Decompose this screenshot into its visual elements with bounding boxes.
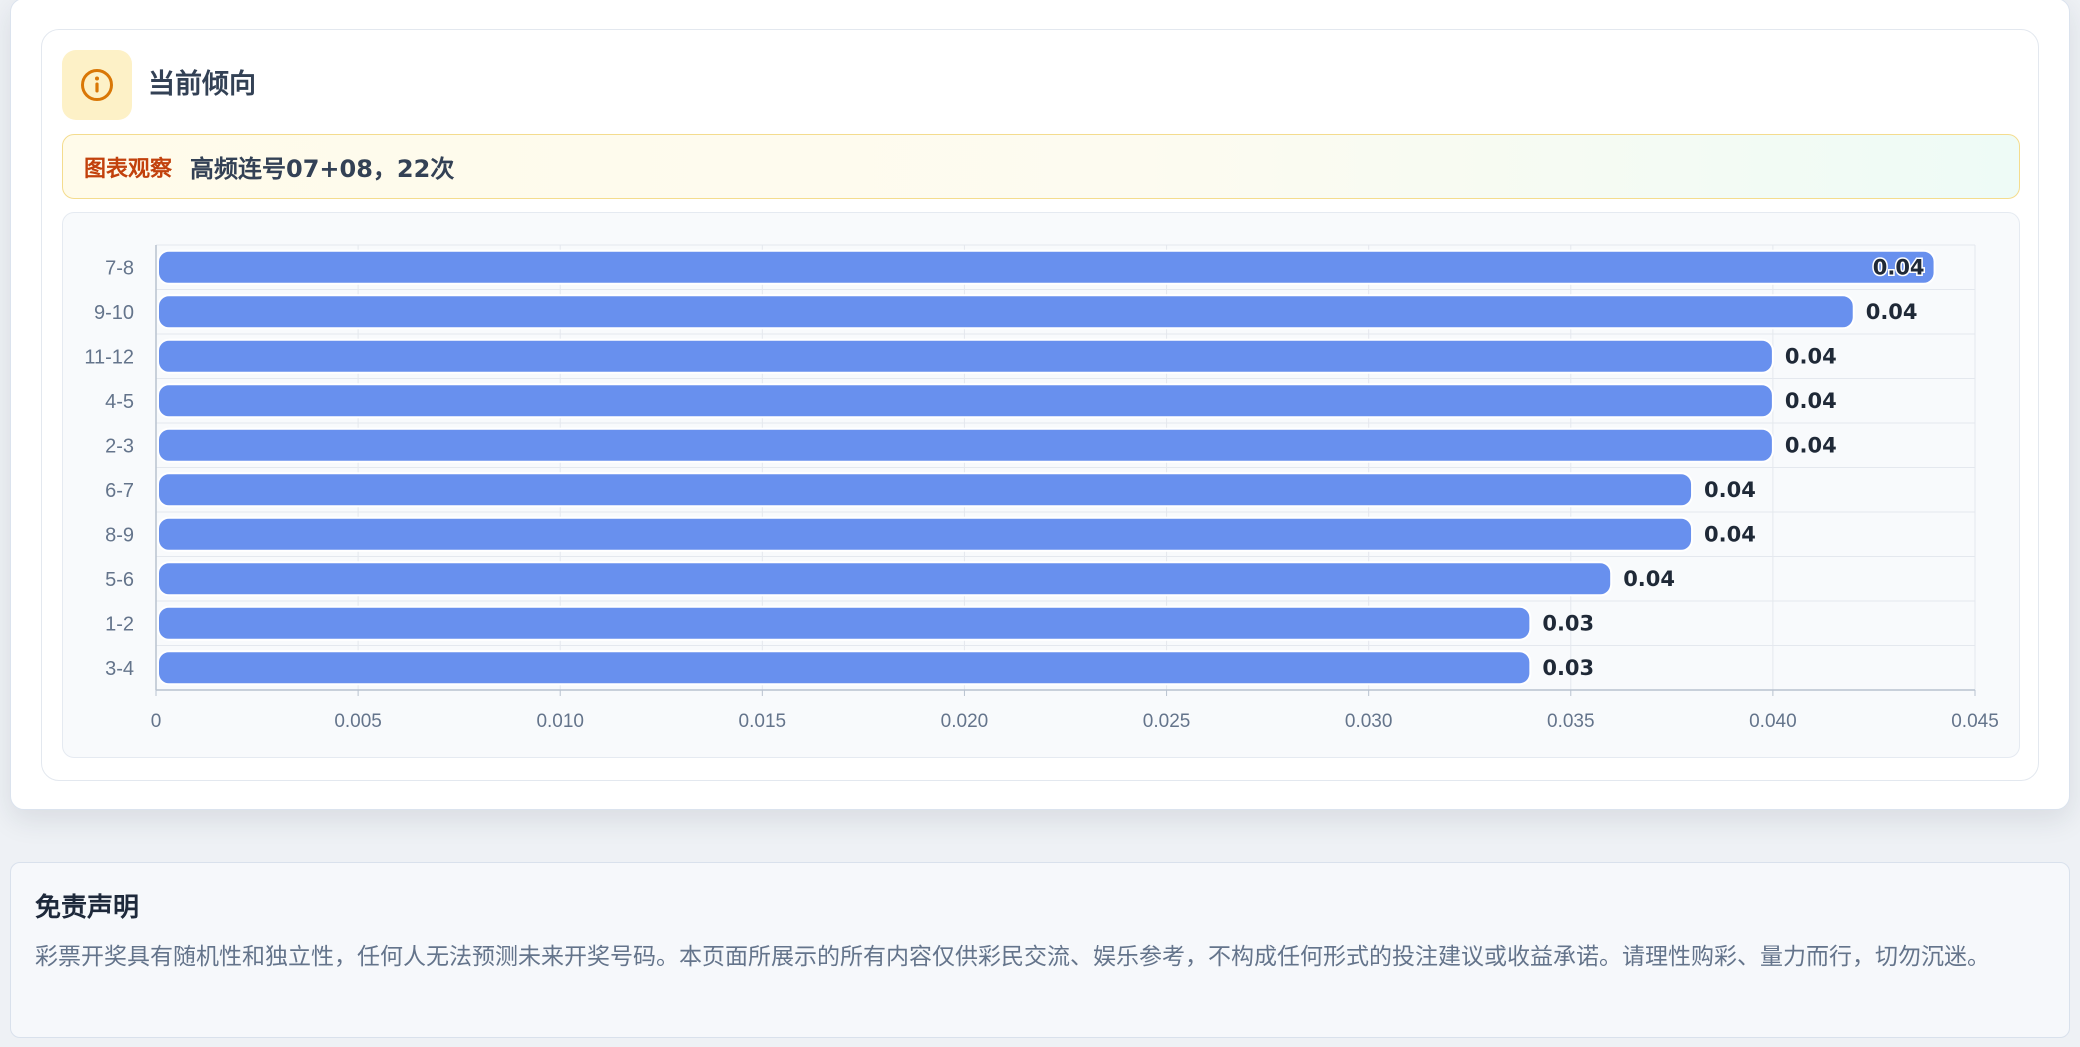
x-tick-label: 0.020	[941, 711, 989, 732]
trend-card: 当前倾向 图表观察 高频连号07+08，22次 0 0.005 0.010 0.015…	[41, 29, 2039, 781]
x-tick-label: 0.005	[334, 711, 382, 732]
x-tick-label: 0.010	[536, 711, 584, 732]
bar	[157, 516, 1694, 552]
y-tick-label: 4-5	[105, 391, 134, 413]
bar	[157, 249, 1936, 285]
bar	[157, 472, 1694, 508]
analysis-panel: 当前倾向 图表观察 高频连号07+08，22次 0 0.005 0.010 0.015…	[10, 0, 2070, 810]
x-tick-label: 0.045	[1951, 711, 1999, 732]
bar	[157, 383, 1774, 419]
data-label: 0.04	[1704, 478, 1756, 502]
disclaimer-panel: 免责声明 彩票开奖具有随机性和独立性，任何人无法预测未来开奖号码。本页面所展示的…	[10, 862, 2070, 1038]
y-tick-label: 11-12	[84, 346, 134, 368]
observation-text: 高频连号07+08，22次	[190, 155, 455, 183]
x-tick-label: 0.025	[1143, 711, 1191, 732]
x-tick-label: 0.035	[1547, 711, 1595, 732]
bar	[157, 605, 1532, 641]
bar	[157, 561, 1613, 597]
info-icon	[62, 50, 132, 120]
data-label: 0.04	[1785, 433, 1837, 457]
x-tick-label: 0.030	[1345, 711, 1393, 732]
disclaimer-text: 彩票开奖具有随机性和独立性，任何人无法预测未来开奖号码。本页面所展示的所有内容仅…	[35, 944, 1990, 970]
y-tick-label: 8-9	[105, 524, 134, 546]
data-label: 0.04	[1873, 255, 1925, 279]
y-tick-label: 5-6	[105, 569, 134, 591]
y-tick-label: 7-8	[105, 257, 134, 279]
bar-chart: 0 0.005 0.010 0.015 0.020 0.025 0.030 0.035 0.04…	[62, 212, 2020, 758]
x-tick-label: 0	[151, 711, 162, 732]
bar	[157, 427, 1774, 463]
data-label: 0.04	[1866, 300, 1918, 324]
bar	[157, 294, 1855, 330]
bar	[157, 338, 1774, 374]
disclaimer-title: 免责声明	[35, 893, 140, 923]
chart-svg: 0 0.005 0.010 0.015 0.020 0.025 0.030 0.035 0.04…	[84, 244, 1999, 732]
y-tick-label: 2-3	[105, 435, 134, 457]
data-label: 0.03	[1542, 611, 1594, 635]
y-tick-label: 6-7	[105, 480, 134, 502]
x-tick-label: 0.015	[739, 711, 787, 732]
observation-banner: 图表观察 高频连号07+08，22次	[62, 134, 2020, 199]
x-tick-label: 0.040	[1749, 711, 1797, 732]
data-label: 0.04	[1623, 567, 1675, 591]
data-label: 0.04	[1785, 344, 1837, 368]
bar	[157, 650, 1532, 686]
y-tick-label: 9-10	[94, 302, 134, 324]
y-tick-label: 1-2	[105, 613, 134, 635]
data-label: 0.03	[1542, 656, 1594, 680]
data-label: 0.04	[1704, 522, 1756, 546]
data-label: 0.04	[1785, 389, 1837, 413]
card-title: 当前倾向	[148, 69, 256, 100]
y-tick-label: 3-4	[105, 658, 134, 680]
observation-tag: 图表观察	[84, 156, 173, 182]
